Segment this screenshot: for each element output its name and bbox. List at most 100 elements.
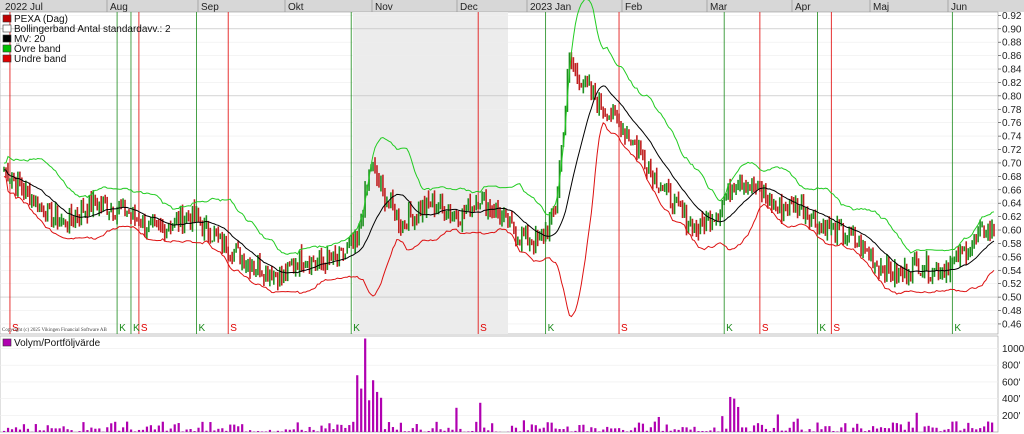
volume-bar: [975, 429, 978, 432]
volume-bar: [522, 420, 525, 432]
volume-bar: [403, 431, 406, 432]
volume-bar: [871, 426, 875, 432]
volume-bar: [971, 428, 974, 432]
volume-bar: [201, 421, 204, 432]
buy-signal-label: K: [954, 323, 961, 334]
y-tick-label: 0.88: [1002, 38, 1022, 49]
volume-bar: [229, 424, 232, 432]
volume-bar: [864, 431, 867, 432]
volume-bar: [276, 430, 279, 432]
volume-bar: [399, 422, 402, 432]
volume-bar: [729, 396, 732, 432]
month-label: Mar: [710, 2, 728, 13]
volume-bar: [379, 397, 383, 432]
volume-legend-label: Volym/Portföljvärde: [14, 338, 101, 349]
volume-bar: [836, 431, 839, 432]
buy-signal-label: K: [726, 323, 733, 334]
volume-bar: [300, 429, 303, 432]
volume-bar: [776, 414, 779, 432]
volume-bar: [856, 423, 859, 432]
volume-bar: [554, 428, 557, 432]
volume-bar: [137, 429, 141, 432]
y-tick-label: 0.78: [1002, 105, 1022, 116]
volume-tick-label: 600': [1002, 377, 1021, 388]
month-header: [0, 0, 1024, 12]
volume-bar: [435, 421, 438, 432]
volume-bar: [383, 429, 387, 432]
volume-bar: [618, 428, 621, 432]
volume-bar: [780, 430, 783, 432]
volume-bar: [614, 428, 617, 432]
volume-bar: [562, 429, 565, 432]
volume-bar: [879, 427, 883, 432]
volume-bar: [546, 422, 549, 432]
volume-bar: [717, 431, 720, 432]
volume-bar: [237, 426, 240, 432]
volume-legend: Volym/Portföljvärde: [2, 338, 101, 349]
volume-bar: [741, 427, 744, 432]
volume-bar: [304, 431, 307, 432]
volume-bar: [844, 423, 847, 432]
volume-bar: [387, 422, 391, 432]
volume-tick-label: 400': [1002, 394, 1021, 405]
volume-bar: [951, 421, 954, 432]
volume-bar: [586, 431, 589, 432]
volume-bar: [145, 426, 149, 432]
volume-bar: [173, 424, 176, 432]
volume-bar: [90, 427, 93, 432]
volume-bar: [590, 427, 593, 432]
legend-swatch: [2, 14, 12, 23]
volume-bar: [550, 422, 553, 432]
volume-bar: [78, 431, 81, 432]
sell-signal-label: S: [833, 323, 840, 334]
volume-tick-label: 800': [1002, 361, 1021, 372]
month-label: Jun: [951, 2, 967, 13]
month-label: 2023 Jan: [530, 2, 571, 13]
month-label: Maj: [873, 2, 889, 13]
volume-bar: [558, 428, 561, 432]
volume-bar: [217, 428, 220, 432]
volume-bar: [518, 431, 522, 432]
volume-bar: [578, 425, 581, 432]
volume-bar: [245, 431, 248, 432]
y-tick-label: 0.64: [1002, 199, 1022, 210]
volume-bar: [375, 391, 379, 432]
volume-bar: [828, 426, 831, 432]
sell-signal-label: S: [762, 323, 769, 334]
volume-bar: [348, 425, 351, 432]
volume-bar: [594, 428, 597, 432]
y-tick-label: 0.66: [1002, 185, 1022, 196]
volume-bar: [824, 426, 827, 432]
volume-bar: [221, 428, 224, 432]
volume-bar: [407, 431, 410, 432]
volume-bar: [748, 431, 752, 432]
chart: 2022 Jul Aug Sep Okt Nov Dec 2023 Jan Feb Mar Apr…: [0, 0, 1024, 433]
volume-bar: [395, 429, 399, 432]
volume-bar: [22, 424, 26, 432]
volume-bar: [939, 431, 942, 432]
volume-bar: [629, 430, 633, 432]
volume-bar: [185, 429, 188, 432]
volume-bar: [129, 429, 133, 432]
volume-bar: [455, 407, 458, 432]
volume-bar: [46, 425, 49, 432]
buy-signal-label: K: [819, 323, 826, 334]
volume-bar: [510, 425, 514, 432]
volume-bar: [868, 430, 871, 432]
volume-bar: [205, 430, 208, 432]
volume-bar: [70, 430, 73, 432]
volume-bar: [955, 421, 958, 432]
y-tick-label: 0.82: [1002, 78, 1022, 89]
volume-bar: [923, 426, 926, 432]
volume-bar: [42, 430, 45, 432]
legend-swatch: [2, 34, 12, 43]
volume-bar: [312, 429, 315, 432]
volume-bar: [284, 429, 287, 432]
volume-bar: [705, 431, 708, 432]
volume-bar: [50, 428, 53, 432]
y-tick-label: 0.58: [1002, 239, 1022, 250]
volume-bar: [364, 338, 367, 432]
y-tick-label: 0.72: [1002, 145, 1022, 156]
volume-bar: [538, 428, 541, 432]
volume-bar: [582, 424, 585, 432]
